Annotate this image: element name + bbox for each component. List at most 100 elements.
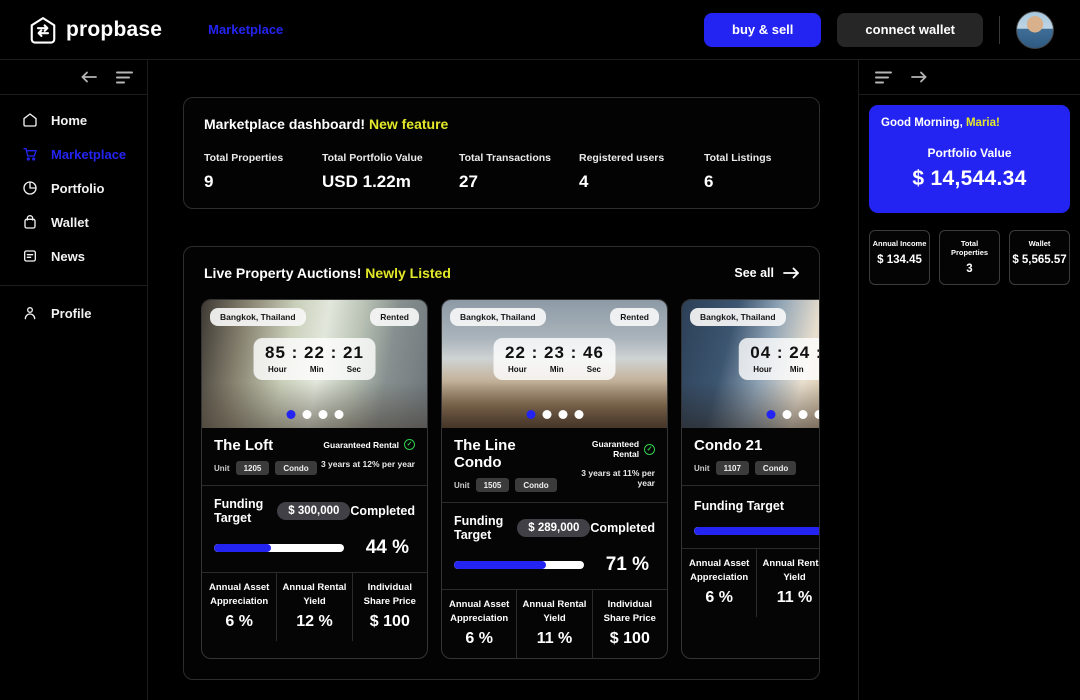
auction-countdown: 22 : 23 : 46 Hour Min Sec: [493, 338, 616, 380]
property-photo: Bangkok, Thailand Rented 22 : 23 : 46 Ho…: [442, 300, 667, 428]
funding-target-label: Funding Target: [214, 497, 277, 525]
auctions-see-all-link[interactable]: See all: [734, 266, 799, 280]
auction-countdown: 04 : 24 : 2 Hour Min Sec: [738, 338, 820, 380]
stat-annual-rental-yield: Annual Rental Yield 12 %: [277, 573, 352, 641]
sidebar-item-portfolio[interactable]: Portfolio: [0, 171, 147, 205]
stat-individual-share-price: Individual Share Price $ 100: [593, 590, 667, 658]
stat-annual-asset-appreciation: Annual Asset Appreciation 6 %: [202, 573, 277, 641]
news-icon: [22, 248, 38, 264]
live-auctions-panel: Live Property Auctions! Newly Listed See…: [183, 246, 820, 680]
carousel-dots[interactable]: [766, 410, 820, 419]
sidebar-item-wallet[interactable]: Wallet: [0, 205, 147, 239]
location-badge: Bangkok, Thailand: [690, 308, 786, 326]
funding-target-value: $ 300,000: [277, 502, 350, 520]
right-panel-menu-icon[interactable]: [875, 71, 892, 84]
collapse-forward-icon[interactable]: [910, 70, 927, 84]
main-content: Marketplace dashboard! New feature Total…: [148, 60, 858, 700]
newly-listed-label: Newly Listed: [365, 265, 451, 281]
stat-registered-users: Registered users 4: [579, 152, 704, 192]
portfolio-summary-card: Good Morning, Maria! Portfolio Value $ 1…: [869, 105, 1070, 213]
property-photo: Bangkok, Thailand 04 : 24 : 2 Hour Min S…: [682, 300, 820, 428]
connect-wallet-button[interactable]: connect wallet: [837, 13, 983, 47]
propbase-logo-icon: [28, 15, 58, 45]
buy-sell-button[interactable]: buy & sell: [704, 13, 821, 47]
unit-type-badge: Condo: [515, 478, 556, 492]
topnav-marketplace[interactable]: Marketplace: [208, 22, 283, 37]
sidebar-label: News: [51, 249, 85, 264]
completed-value: 71 %: [606, 554, 649, 576]
guaranteed-rental-label: Guaranteed Rental: [564, 439, 639, 459]
portfolio-value: $ 14,544.34: [881, 167, 1058, 191]
guarantee-terms: 3 years at 12% per year: [321, 459, 415, 469]
carousel-dots[interactable]: [286, 410, 343, 419]
stat-annual-asset-appreciation: Annual Asset Appreciation 6 %: [682, 549, 757, 617]
left-sidebar: Home Marketplace Portfolio Wallet: [0, 60, 148, 700]
unit-number-badge: 1107: [716, 461, 749, 475]
topbar-divider: [999, 16, 1000, 44]
property-photo: Bangkok, Thailand Rented 85 : 22 : 21 Ho…: [202, 300, 427, 428]
unit-number-badge: 1505: [476, 478, 510, 492]
property-title: Condo 21: [694, 437, 796, 454]
sidebar-item-news[interactable]: News: [0, 239, 147, 273]
unit-number-badge: 1205: [236, 461, 270, 475]
cart-icon: [22, 146, 38, 162]
property-card-condo-21[interactable]: Bangkok, Thailand 04 : 24 : 2 Hour Min S…: [681, 299, 820, 659]
carousel-dots[interactable]: [526, 410, 583, 419]
logo[interactable]: propbase: [28, 15, 162, 45]
stat-annual-rental-yield: Annual Rental Yield 11 %: [757, 549, 820, 617]
stat-annual-rental-yield: Annual Rental Yield 11 %: [517, 590, 592, 658]
funding-progress-bar: [214, 544, 344, 552]
sidebar-menu-icon[interactable]: [116, 71, 133, 84]
location-badge: Bangkok, Thailand: [210, 308, 306, 326]
bag-icon: [22, 214, 38, 230]
user-avatar[interactable]: [1016, 11, 1054, 49]
top-bar: propbase Marketplace buy & sell connect …: [0, 0, 1080, 60]
sidebar-item-home[interactable]: Home: [0, 103, 147, 137]
property-title: The Line Condo: [454, 437, 564, 471]
stat-total-transactions: Total Transactions 27: [459, 152, 579, 192]
arrow-right-icon: [783, 267, 799, 279]
stat-total-listings: Total Listings 6: [704, 152, 799, 192]
sidebar-label: Marketplace: [51, 147, 126, 162]
pie-chart-icon: [22, 180, 38, 196]
sidebar-label: Wallet: [51, 215, 89, 230]
collapse-back-icon[interactable]: [81, 70, 98, 84]
dashboard-title: Marketplace dashboard! New feature: [204, 116, 799, 132]
check-circle-icon: ✓: [644, 444, 655, 455]
funding-target-label: Funding Target: [694, 499, 784, 513]
annual-income-card: Annual Income $ 134.45: [869, 230, 930, 285]
profile-icon: [22, 305, 38, 321]
sidebar-item-profile[interactable]: Profile: [0, 296, 147, 330]
auction-countdown: 85 : 22 : 21 Hour Min Sec: [253, 338, 376, 380]
stat-total-portfolio-value: Total Portfolio Value USD 1.22m: [322, 152, 459, 192]
marketplace-dashboard-card: Marketplace dashboard! New feature Total…: [183, 97, 820, 209]
sidebar-label: Profile: [51, 306, 91, 321]
stat-total-properties: Total Properties 9: [204, 152, 322, 192]
funding-progress-bar: [454, 561, 584, 569]
funding-progress-bar: [694, 527, 820, 535]
total-properties-card: Total Properties 3: [939, 230, 1000, 285]
sidebar-item-marketplace[interactable]: Marketplace: [0, 137, 147, 171]
sidebar-label: Portfolio: [51, 181, 104, 196]
property-title: The Loft: [214, 437, 317, 454]
completed-value: 44 %: [366, 537, 409, 559]
guaranteed-rental-label: Guaranteed Rental: [323, 440, 399, 450]
status-badge: Rented: [370, 308, 419, 326]
logo-text: propbase: [66, 18, 162, 42]
property-card-the-loft[interactable]: Bangkok, Thailand Rented 85 : 22 : 21 Ho…: [201, 299, 428, 659]
stat-individual-share-price: Individual Share Price $ 100: [353, 573, 427, 641]
right-panel: Good Morning, Maria! Portfolio Value $ 1…: [858, 60, 1080, 700]
completed-label: Completed: [590, 521, 655, 535]
location-badge: Bangkok, Thailand: [450, 308, 546, 326]
auctions-title: Live Property Auctions! Newly Listed: [204, 265, 451, 281]
home-icon: [22, 112, 38, 128]
stat-annual-asset-appreciation: Annual Asset Appreciation 6 %: [442, 590, 517, 658]
new-feature-label: New feature: [369, 116, 448, 132]
greeting: Good Morning, Maria!: [881, 117, 1058, 129]
property-card-the-line-condo[interactable]: Bangkok, Thailand Rented 22 : 23 : 46 Ho…: [441, 299, 668, 659]
unit-type-badge: Condo: [755, 461, 796, 475]
portfolio-value-label: Portfolio Value: [881, 146, 1058, 160]
status-badge: Rented: [610, 308, 659, 326]
wallet-balance-card: Wallet $ 5,565.57: [1009, 230, 1070, 285]
sidebar-label: Home: [51, 113, 87, 128]
